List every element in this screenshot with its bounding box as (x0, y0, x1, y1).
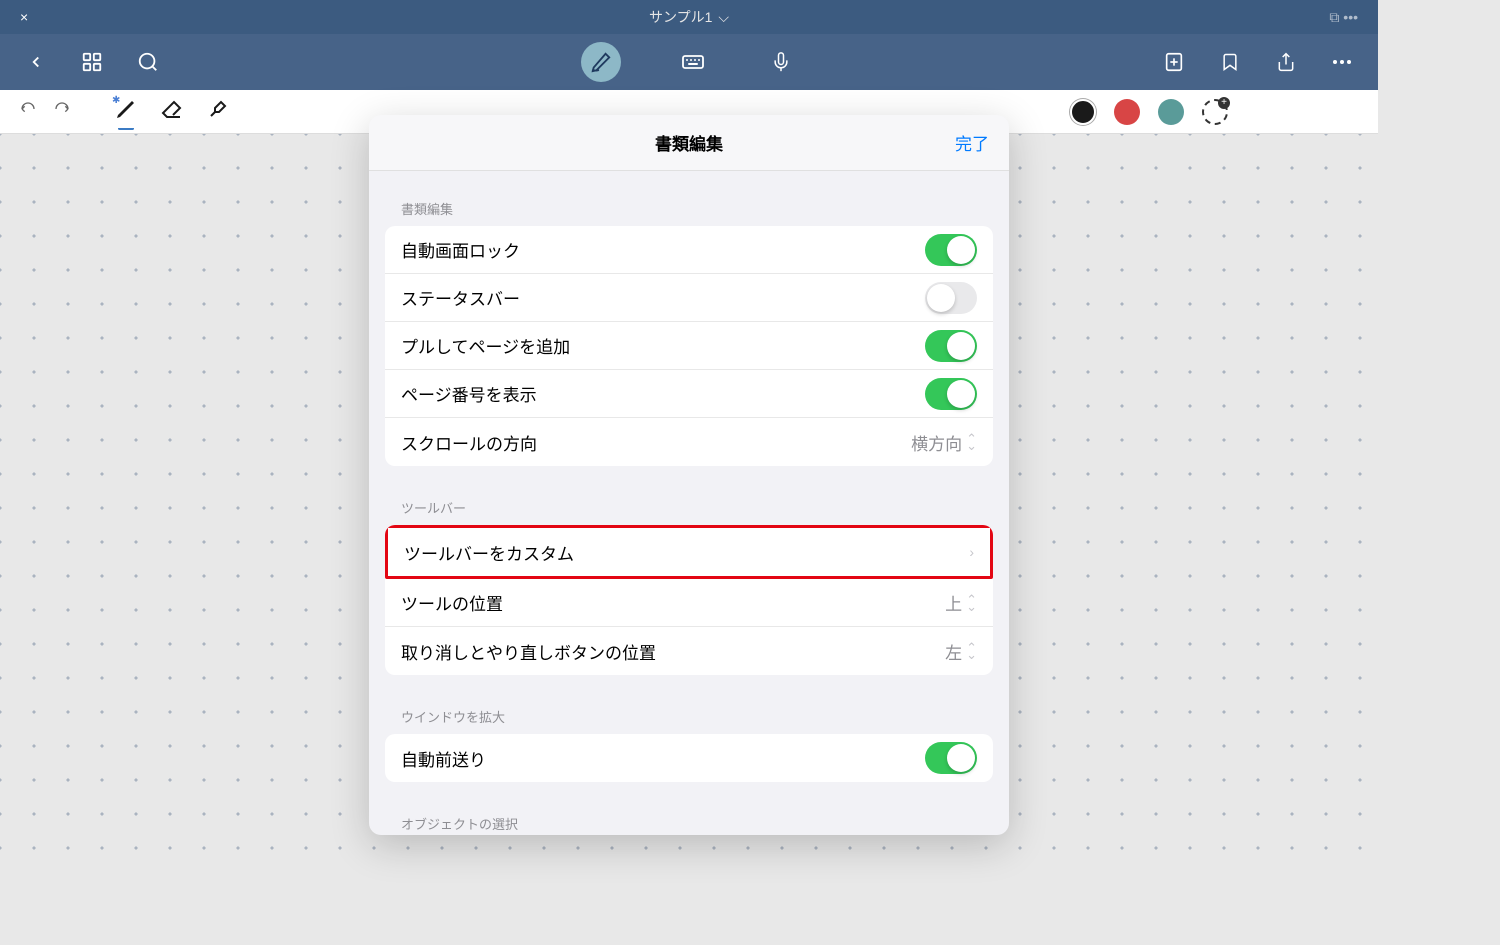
modal-header: 書類編集 完了 (369, 115, 1009, 171)
color-red[interactable] (1114, 99, 1140, 125)
row-value-text: 横方向 (911, 430, 962, 455)
undo-button[interactable] (16, 99, 40, 124)
pen-tool-icon[interactable]: ✱ (114, 97, 138, 126)
row-label: プルしてページを追加 (401, 333, 570, 358)
row-pull-to-add: プルしてページを追加 (385, 322, 993, 370)
doc-edit-group: 自動画面ロック ステータスバー プルしてページを追加 ページ番号を表示 スクロー… (385, 226, 993, 466)
toggle-pull-to-add[interactable] (925, 330, 977, 362)
done-button[interactable]: 完了 (955, 130, 989, 155)
row-label: ツールの位置 (401, 590, 503, 615)
section-doc-edit-label: 書類編集 (385, 191, 993, 226)
row-label: スクロールの方向 (401, 430, 537, 455)
updown-icon: ⌃⌄ (966, 435, 977, 449)
eraser-tool-icon[interactable] (160, 97, 184, 126)
row-label: ステータスバー (401, 285, 520, 310)
row-label: ツールバーをカスタム (404, 540, 574, 565)
row-auto-advance: 自動前送り (385, 734, 993, 782)
redo-button[interactable] (50, 99, 74, 124)
main-header (0, 34, 1378, 90)
row-value-text: 上 (945, 590, 962, 615)
search-icon[interactable] (132, 46, 164, 78)
more-icon[interactable] (1326, 46, 1358, 78)
bookmark-icon[interactable] (1214, 46, 1246, 78)
section-toolbar-label: ツールバー (385, 490, 993, 525)
add-page-icon[interactable] (1158, 46, 1190, 78)
row-tool-position[interactable]: ツールの位置 上 ⌃⌄ (385, 579, 993, 627)
back-button[interactable] (20, 46, 52, 78)
draw-mode-button[interactable] (581, 42, 621, 82)
row-scroll-direction[interactable]: スクロールの方向 横方向 ⌃⌄ (385, 418, 993, 466)
share-icon[interactable] (1270, 46, 1302, 78)
color-black[interactable] (1070, 99, 1096, 125)
toggle-show-page-num[interactable] (925, 378, 977, 410)
window-zoom-group: 自動前送り (385, 734, 993, 782)
title-bar: × サンプル1 ⌵ ⧉ ••• (0, 0, 1378, 34)
highlighter-tool-icon[interactable] (206, 97, 230, 126)
grid-icon[interactable] (76, 46, 108, 78)
toggle-auto-advance[interactable] (925, 742, 977, 774)
row-undo-redo-position[interactable]: 取り消しとやり直しボタンの位置 左 ⌃⌄ (385, 627, 993, 675)
row-customize-toolbar[interactable]: ツールバーをカスタム › (388, 528, 990, 576)
doc-title-dropdown[interactable]: サンプル1 ⌵ (649, 7, 729, 27)
row-auto-screen-lock: 自動画面ロック (385, 226, 993, 274)
doc-title-text: サンプル1 (649, 7, 712, 27)
keyboard-icon[interactable] (677, 46, 709, 78)
toolbar-group: ツールバーをカスタム › ツールの位置 上 ⌃⌄ 取り消しとやり直しボタンの位置… (385, 525, 993, 675)
row-label: 自動画面ロック (401, 237, 520, 262)
row-label: 取り消しとやり直しボタンの位置 (401, 639, 656, 664)
row-show-page-num: ページ番号を表示 (385, 370, 993, 418)
row-status-bar: ステータスバー (385, 274, 993, 322)
mic-icon[interactable] (765, 46, 797, 78)
chevron-down-icon: ⌵ (718, 9, 729, 26)
close-icon[interactable]: × (20, 9, 28, 25)
row-label: 自動前送り (401, 746, 486, 771)
modal-title: 書類編集 (655, 130, 723, 155)
add-color-button[interactable]: + (1202, 99, 1228, 125)
window-split-icon[interactable]: ⧉ ••• (1329, 9, 1358, 26)
toggle-auto-screen-lock[interactable] (925, 234, 977, 266)
highlighted-customize-toolbar: ツールバーをカスタム › (385, 525, 993, 579)
settings-modal: 書類編集 完了 書類編集 自動画面ロック ステータスバー プルしてページを追加 … (369, 115, 1009, 835)
section-object-select-label: オブジェクトの選択 (385, 806, 993, 835)
chevron-right-icon: › (969, 544, 974, 560)
section-window-zoom-label: ウインドウを拡大 (385, 699, 993, 734)
row-label: ページ番号を表示 (401, 381, 537, 406)
row-value-text: 左 (945, 639, 962, 664)
color-teal[interactable] (1158, 99, 1184, 125)
updown-icon: ⌃⌄ (966, 596, 977, 610)
updown-icon: ⌃⌄ (966, 644, 977, 658)
toggle-status-bar[interactable] (925, 282, 977, 314)
